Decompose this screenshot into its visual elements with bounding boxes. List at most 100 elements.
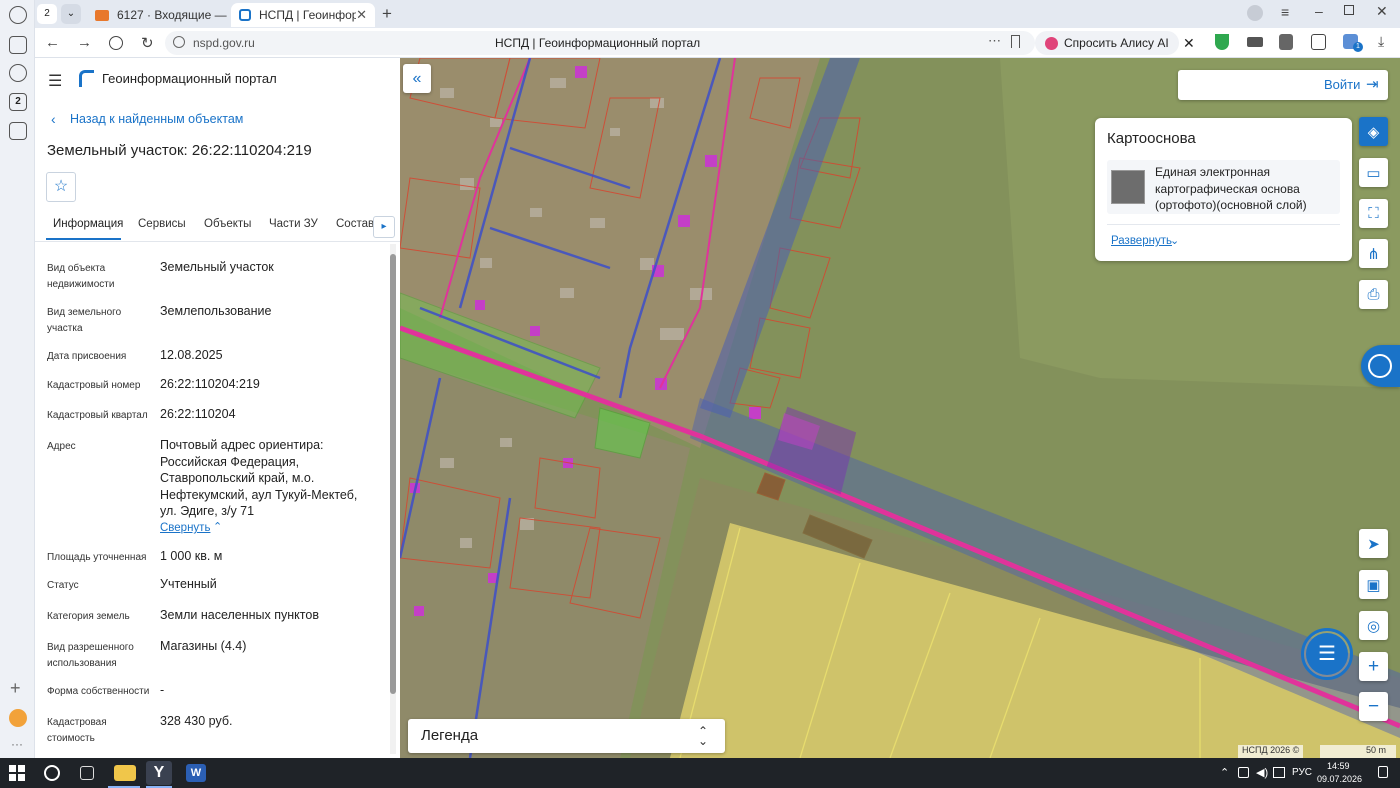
task-view-icon[interactable] (80, 766, 94, 780)
tab-count-icon[interactable]: 2 (9, 93, 27, 111)
back-chevron-icon[interactable]: ‹ (51, 111, 56, 127)
navigation-arrow-icon: ➤ (1367, 535, 1380, 553)
profile-icon[interactable] (1247, 5, 1263, 21)
navigate-button[interactable]: ➤ (1359, 529, 1388, 558)
search-icon[interactable] (44, 765, 60, 781)
file-explorer-icon[interactable] (114, 765, 136, 781)
basemap-title: Картооснова (1107, 130, 1196, 147)
reload-icon[interactable]: ↻ (141, 34, 154, 52)
clock-date[interactable]: 09.07.2026 (1317, 774, 1362, 784)
more-icon[interactable]: ··· (11, 737, 23, 751)
back-to-results-link[interactable]: Назад к найденным объектам (70, 112, 243, 126)
geolocation-button[interactable]: ◎ (1359, 611, 1388, 640)
services-tab-button[interactable] (1361, 345, 1400, 387)
history-icon[interactable] (9, 6, 27, 24)
language-indicator[interactable]: РУС (1292, 767, 1312, 778)
extension-icon[interactable]: ✕ (1183, 35, 1199, 51)
star-icon: ☆ (53, 178, 69, 195)
protect-icon[interactable] (109, 36, 123, 50)
layers-button[interactable]: ◈ (1359, 117, 1388, 146)
tabs-scroll-right-button[interactable]: ▸ (373, 216, 395, 238)
field-value: 26:22:110204:219 (160, 377, 260, 391)
select-area-button[interactable]: ⛶ (1359, 199, 1388, 228)
speaker-icon[interactable]: ◀) (1256, 766, 1268, 779)
url-field[interactable]: nspd.gov.ru НСПД | Геоинформационный пор… (165, 31, 1035, 55)
extensions-icon[interactable] (1311, 34, 1326, 50)
close-window-icon[interactable]: ✕ (1376, 3, 1388, 20)
layers-icon: ◈ (1367, 123, 1380, 141)
site-info-icon[interactable] (173, 36, 185, 48)
zoom-in-button[interactable]: + (1359, 652, 1388, 681)
shield-icon[interactable] (1215, 34, 1229, 50)
close-tab-icon[interactable]: ✕ (356, 7, 367, 23)
media-icon[interactable] (9, 64, 27, 82)
field-value: 328 430 руб. (160, 714, 233, 728)
tray-app-icon[interactable] (1238, 767, 1249, 778)
map-view[interactable]: « Войти ⇥ Картооснова Единая электронная… (400, 58, 1400, 758)
chat-icon: ☰ (1318, 643, 1336, 665)
chevron-down-icon[interactable]: ⌄ (1170, 234, 1179, 247)
minimap-button[interactable]: ▣ (1359, 570, 1388, 599)
zoom-out-button[interactable]: − (1359, 692, 1388, 721)
login-icon: ⇥ (1366, 76, 1379, 93)
menu-icon[interactable]: ≡ (1281, 4, 1289, 20)
hamburger-menu-icon[interactable]: ☰ (48, 71, 62, 91)
collapse-link[interactable]: Свернуть (160, 522, 210, 534)
tray-chevron-up-icon[interactable]: ⌃ (1220, 766, 1229, 779)
minus-icon: − (1367, 695, 1380, 717)
yandex-mail-icon[interactable] (9, 709, 27, 727)
basemap-card: Картооснова Единая электронная картограф… (1095, 118, 1352, 261)
tab-list-chevron-icon[interactable]: ⌄ (61, 4, 81, 24)
tab-mail[interactable]: 6127 · Входящие — Яндекс (87, 3, 227, 27)
login-label: Войти (1324, 77, 1361, 92)
chevron-up-icon[interactable]: ⌃ (213, 520, 222, 533)
clock-time[interactable]: 14:59 (1327, 761, 1350, 771)
address-value: Почтовый адрес ориентира: Российская Фед… (160, 438, 358, 518)
expand-link[interactable]: Развернуть (1111, 235, 1172, 247)
notifications-icon[interactable] (1378, 766, 1388, 778)
favorite-button[interactable]: ☆ (46, 172, 76, 202)
address-bar: ← → ↻ nspd.gov.ru НСПД | Геоинформационн… (35, 28, 1400, 58)
print-button[interactable]: ⎙ (1359, 280, 1388, 309)
new-tab-icon[interactable]: + (382, 4, 392, 24)
legend-dropdown[interactable]: Легенда ⌃ ⌄ (408, 719, 725, 753)
scrollbar-thumb[interactable] (390, 254, 396, 694)
vpn-icon[interactable] (1247, 37, 1263, 47)
downloads-icon[interactable]: ⤓ (1378, 33, 1384, 50)
collections-icon[interactable] (9, 36, 27, 54)
windows-start-icon[interactable] (8, 764, 26, 782)
network-icon[interactable] (1273, 767, 1285, 778)
tab-objects[interactable]: Объекты (204, 218, 251, 230)
bookmark-icon[interactable] (1011, 35, 1020, 48)
minimize-icon[interactable]: – (1315, 3, 1323, 19)
share-button[interactable]: ⋔ (1359, 239, 1388, 268)
object-info-panel: ☰ Геоинформационный портал ‹ Назад к най… (35, 58, 400, 758)
print-icon: ⎙ (1367, 286, 1380, 303)
word-icon[interactable]: W (186, 764, 206, 782)
yandex-browser-icon[interactable]: Y (146, 761, 172, 785)
panel-scrollbar[interactable] (390, 244, 396, 754)
tab-parts[interactable]: Части ЗУ (269, 218, 318, 230)
chat-button[interactable]: ☰ (1306, 633, 1348, 675)
tab-information[interactable]: Информация (53, 218, 123, 230)
collapse-panel-button[interactable]: « (403, 64, 431, 93)
tab-group-counter[interactable]: 2 (37, 4, 57, 24)
basemap-layer-item[interactable]: Единая электронная картографическая осно… (1107, 160, 1340, 214)
tab-services[interactable]: Сервисы (138, 218, 186, 230)
add-panel-icon[interactable]: + (10, 678, 21, 699)
field-value: Учтенный (160, 577, 217, 591)
measure-button[interactable]: ▭ (1359, 158, 1388, 187)
screenshot-icon[interactable] (9, 122, 27, 140)
tab-composition[interactable]: Состав (336, 218, 374, 230)
orthophoto-thumbnail (1111, 170, 1145, 204)
back-icon[interactable]: ← (45, 34, 60, 51)
restore-icon[interactable] (1344, 5, 1354, 15)
adblock-icon[interactable] (1279, 34, 1293, 50)
field-value: Земельный участок (160, 260, 274, 274)
tab-bar: 2 ⌄ 6127 · Входящие — Яндекс НСПД | Геои… (35, 0, 1400, 28)
forward-icon[interactable]: → (77, 34, 92, 51)
login-button[interactable]: Войти ⇥ (1178, 70, 1388, 100)
alisa-button[interactable]: Спросить Алису AI (1035, 31, 1179, 55)
more-actions-icon[interactable]: ⋯ (988, 33, 1001, 49)
tab-nspd[interactable]: НСПД | Геоинформаци ✕ (231, 3, 375, 27)
